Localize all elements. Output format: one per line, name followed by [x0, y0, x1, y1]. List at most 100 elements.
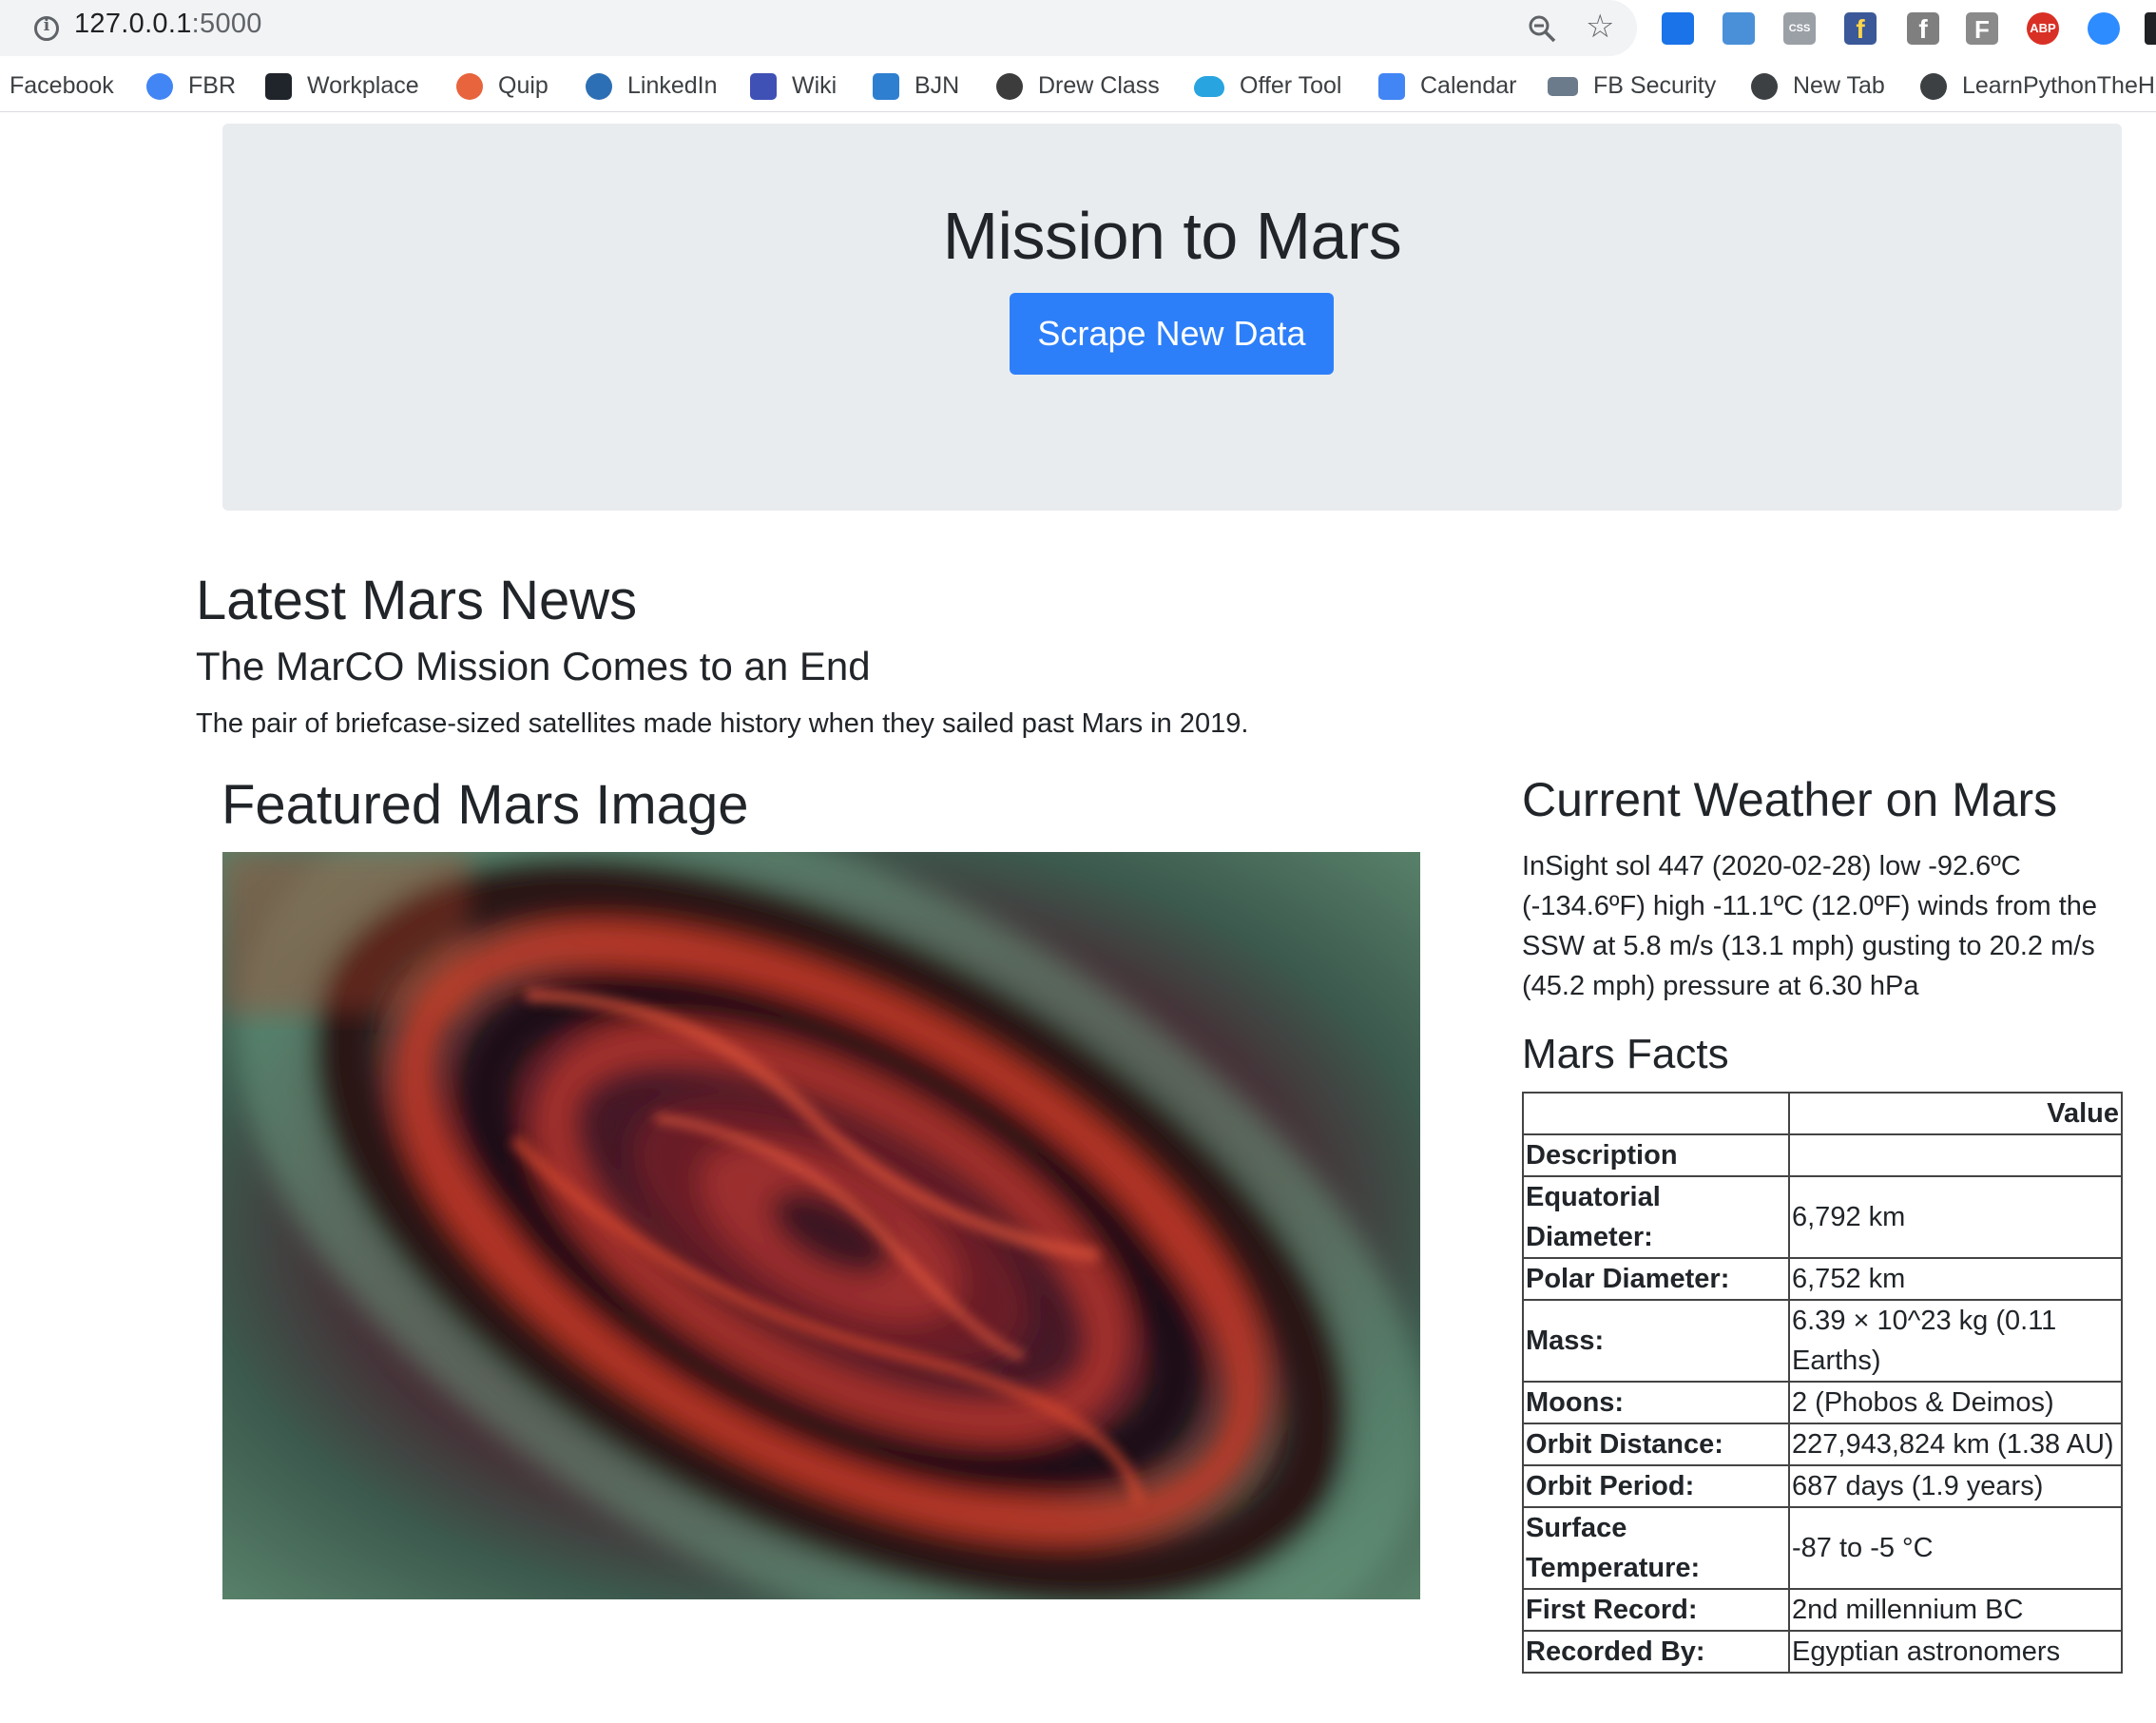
fact-value: 687 days (1.9 years)	[1788, 1464, 2123, 1508]
bookmark-label: FB Security	[1593, 72, 1717, 99]
bookmark-fbr[interactable]: FBR	[146, 72, 236, 100]
fact-value: 2nd millennium BC	[1788, 1588, 2123, 1632]
fact-label: Recorded By:	[1522, 1630, 1790, 1674]
adblock-plus-icon[interactable]: ABP	[2027, 12, 2059, 45]
fact-value: 6,792 km	[1788, 1175, 2123, 1259]
jumbotron: Mission to Mars Scrape New Data	[222, 124, 2122, 511]
table-row: Equatorial Diameter: 6,792 km	[1522, 1175, 2123, 1259]
facebook-gray-extension-icon[interactable]: f	[1907, 12, 1939, 45]
linkedin-icon	[586, 72, 612, 100]
bookmark-label: Facebook	[10, 72, 114, 99]
url-host: 127.0.0.1	[74, 9, 192, 39]
fbr-icon	[146, 72, 173, 100]
table-row: Surface Temperature: -87 to -5 °C	[1522, 1506, 2123, 1590]
mars-facts-table: Value Description Equatorial Diameter: 6,…	[1522, 1092, 2123, 1674]
zoom-video-extension-icon[interactable]	[2088, 12, 2120, 45]
quip-icon	[456, 72, 483, 100]
fact-label: Polar Diameter:	[1522, 1257, 1790, 1301]
fact-value: -87 to -5 °C	[1788, 1506, 2123, 1590]
bookmark-star-icon[interactable]: ☆	[1586, 10, 1614, 43]
bookmark-label: Calendar	[1420, 72, 1517, 99]
page-title: Mission to Mars	[942, 199, 1402, 273]
table-index-row: Description	[1522, 1133, 2123, 1177]
scrape-new-data-button[interactable]: Scrape New Data	[1010, 293, 1334, 375]
table-index-label: Description	[1522, 1133, 1790, 1177]
table-header-row: Value	[1522, 1092, 2123, 1135]
fact-label: Moons:	[1522, 1381, 1790, 1424]
salesforce-cloud-icon	[1194, 75, 1224, 97]
address-bar[interactable]: 127.0.0.1:5000 ☆	[0, 0, 1637, 56]
wiki-icon	[750, 72, 777, 100]
bookmark-label: LinkedIn	[627, 72, 718, 99]
weather-heading: Current Weather on Mars	[1522, 773, 2058, 826]
news-heading: Latest Mars News	[196, 570, 638, 631]
table-header-value: Value	[1788, 1092, 2123, 1135]
info-icon[interactable]	[34, 16, 59, 41]
fact-value: 6.39 × 10^23 kg (0.11 Earths)	[1788, 1299, 2123, 1383]
bookmarks-bar: Facebook FBR Workplace Quip LinkedIn Wik…	[0, 65, 2156, 112]
bookmark-wiki[interactable]: Wiki	[750, 72, 837, 100]
bookmark-label: LearnPythonTheH	[1962, 72, 2155, 99]
fact-value: 6,752 km	[1788, 1257, 2123, 1301]
url-port: :5000	[191, 9, 262, 39]
url-text[interactable]: 127.0.0.1:5000	[74, 9, 262, 40]
featured-image-heading: Featured Mars Image	[221, 774, 749, 836]
bookmark-learnpython[interactable]: LearnPythonTheH	[1920, 72, 2155, 100]
fact-label: First Record:	[1522, 1588, 1790, 1632]
bookmark-label: Drew Class	[1038, 72, 1160, 99]
table-row: Orbit Period: 687 days (1.9 years)	[1522, 1464, 2123, 1508]
fact-label: Mass:	[1522, 1299, 1790, 1383]
bookmark-bjn[interactable]: BJN	[873, 72, 959, 100]
zoom-out-icon[interactable]	[1527, 13, 1557, 44]
fact-label: Orbit Period:	[1522, 1464, 1790, 1508]
fact-value: 2 (Phobos & Deimos)	[1788, 1381, 2123, 1424]
bookmark-label: Offer Tool	[1240, 72, 1342, 99]
facebook-extension-icon[interactable]: f	[1844, 12, 1877, 45]
featured-mars-image	[222, 852, 1420, 1599]
news-paragraph: The pair of briefcase-sized satellites m…	[196, 708, 1249, 739]
calendar-icon	[1378, 72, 1405, 100]
bookmark-new-tab[interactable]: New Tab	[1751, 72, 1885, 100]
table-index-empty	[1788, 1133, 2123, 1177]
bookmark-workplace[interactable]: Workplace	[265, 72, 419, 100]
bookmark-label: FBR	[188, 72, 236, 99]
bookmark-label: Quip	[498, 72, 549, 99]
screenshot-extension-icon[interactable]	[1723, 12, 1755, 45]
contacts-extension-icon[interactable]	[1662, 12, 1694, 45]
fact-label: Equatorial Diameter:	[1522, 1175, 1790, 1259]
bookmark-quip[interactable]: Quip	[456, 72, 549, 100]
fact-value: Egyptian astronomers	[1788, 1630, 2123, 1674]
css-extension-icon[interactable]: CSS	[1783, 12, 1816, 45]
bookmark-calendar[interactable]: Calendar	[1378, 72, 1516, 100]
workplace-icon	[265, 72, 292, 100]
table-row: Recorded By: Egyptian astronomers	[1522, 1630, 2123, 1674]
news-title: The MarCO Mission Comes to an End	[196, 644, 871, 688]
table-row: First Record: 2nd millennium BC	[1522, 1588, 2123, 1632]
fact-label: Orbit Distance:	[1522, 1423, 1790, 1466]
bookmark-drew-class[interactable]: Drew Class	[996, 72, 1160, 100]
globe-icon	[1920, 72, 1947, 100]
facts-heading: Mars Facts	[1522, 1031, 1729, 1077]
table-row: Moons: 2 (Phobos & Deimos)	[1522, 1381, 2123, 1424]
more-extension-icon[interactable]	[2145, 12, 2156, 45]
bookmark-fb-security[interactable]: FB Security	[1548, 72, 1716, 100]
drew-class-icon	[996, 72, 1023, 100]
globe-icon	[1751, 72, 1778, 100]
bookmark-linkedin[interactable]: LinkedIn	[586, 72, 718, 100]
bookmark-label: Wiki	[792, 72, 837, 99]
bookmark-facebook[interactable]: Facebook	[10, 72, 114, 100]
weather-text: InSight sol 447 (2020-02-28) low -92.6ºC…	[1522, 851, 2098, 1001]
bookmark-label: New Tab	[1793, 72, 1885, 99]
fb-security-icon	[1548, 76, 1578, 96]
bjn-icon	[873, 72, 899, 100]
f-extension-icon[interactable]: F	[1966, 12, 1998, 45]
table-row: Mass: 6.39 × 10^23 kg (0.11 Earths)	[1522, 1299, 2123, 1383]
table-row: Polar Diameter: 6,752 km	[1522, 1257, 2123, 1301]
bookmark-label: Workplace	[307, 72, 419, 99]
fact-label: Surface Temperature:	[1522, 1506, 1790, 1590]
bookmark-offer-tool[interactable]: Offer Tool	[1194, 72, 1341, 100]
table-header-empty	[1522, 1092, 1790, 1135]
bookmark-label: BJN	[914, 72, 960, 99]
fact-value: 227,943,824 km (1.38 AU)	[1788, 1423, 2123, 1466]
table-row: Orbit Distance: 227,943,824 km (1.38 AU)	[1522, 1423, 2123, 1466]
